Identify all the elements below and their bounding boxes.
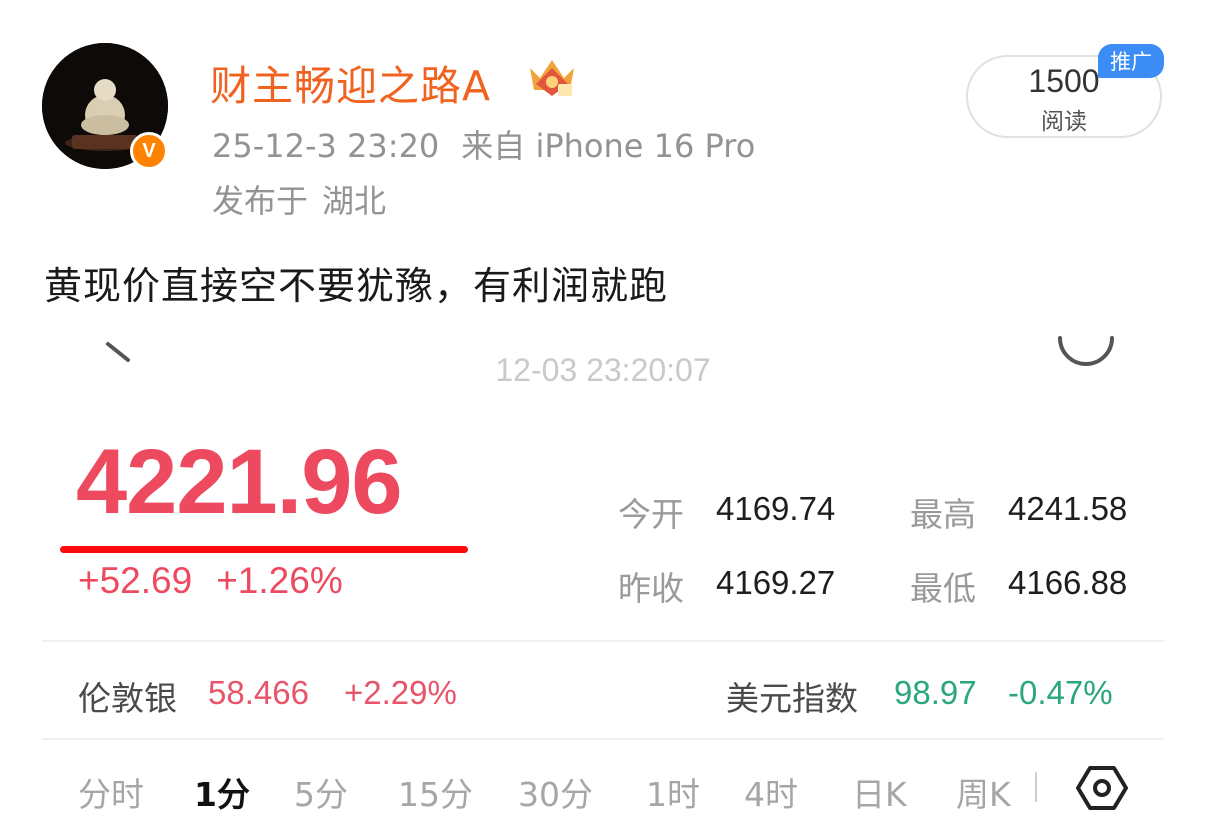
- prev-close-value: 4169.27: [716, 564, 836, 601]
- change-percent: +1.26%: [216, 560, 343, 601]
- divider: [42, 738, 1164, 740]
- post-time: 25-12-3 23:20: [212, 127, 440, 165]
- tab-30min[interactable]: 30分: [518, 768, 593, 816]
- post-meta: 25-12-3 23:20 来自 iPhone 16 Pro: [212, 121, 755, 167]
- tab-separator: [1035, 772, 1037, 802]
- tab-15min[interactable]: 15分: [398, 768, 473, 816]
- divider: [42, 640, 1164, 642]
- promo-badge[interactable]: 推广: [1098, 44, 1164, 78]
- location-prefix: 发布于: [212, 182, 309, 220]
- post-source: 来自 iPhone 16 Pro: [461, 127, 756, 165]
- location-value: 湖北: [322, 182, 387, 220]
- low-label: 最低: [910, 569, 976, 608]
- highlight-underline: [60, 546, 468, 553]
- high-label: 最高: [910, 495, 976, 534]
- silver-price: 58.466: [208, 674, 309, 711]
- silver-label[interactable]: 伦敦银: [78, 672, 177, 720]
- crown-icon: [530, 60, 574, 96]
- tab-daily[interactable]: 日K: [852, 768, 907, 816]
- tab-timeshare[interactable]: 分时: [78, 768, 144, 816]
- open-label: 今开: [618, 495, 684, 534]
- prev-close-label: 昨收: [618, 569, 684, 608]
- dxy-price: 98.97: [894, 674, 977, 711]
- price-change: +52.69 +1.26%: [78, 560, 343, 602]
- current-price: 4221.96: [76, 431, 403, 533]
- change-amount: +52.69: [78, 560, 193, 601]
- chart-settings-icon[interactable]: [1076, 764, 1128, 812]
- tab-4hour[interactable]: 4时: [744, 768, 798, 816]
- tab-5min[interactable]: 5分: [294, 768, 348, 816]
- open-value: 4169.74: [716, 490, 836, 527]
- quote-timestamp: 12-03 23:20:07: [495, 352, 711, 388]
- low-value: 4166.88: [1008, 564, 1128, 601]
- dxy-change: -0.47%: [1008, 674, 1113, 711]
- dxy-label[interactable]: 美元指数: [726, 672, 858, 720]
- high-value: 4241.58: [1008, 490, 1128, 527]
- tab-weekly[interactable]: 周K: [956, 768, 1011, 816]
- post-text: 黄现价直接空不要犹豫，有利润就跑: [44, 264, 669, 308]
- tab-1hour[interactable]: 1时: [646, 768, 700, 816]
- verified-icon: V: [130, 132, 168, 170]
- reads-label: 阅读: [1041, 109, 1087, 135]
- tab-1min[interactable]: 1分: [194, 768, 250, 816]
- weibo-post: V 财主畅迎之路A 25-12-3 23:20 来自 iPhone 16 Pro …: [0, 0, 1206, 837]
- author-name[interactable]: 财主畅迎之路A: [210, 52, 491, 112]
- post-location: 发布于 湖北: [212, 176, 386, 222]
- silver-change: +2.29%: [344, 674, 457, 711]
